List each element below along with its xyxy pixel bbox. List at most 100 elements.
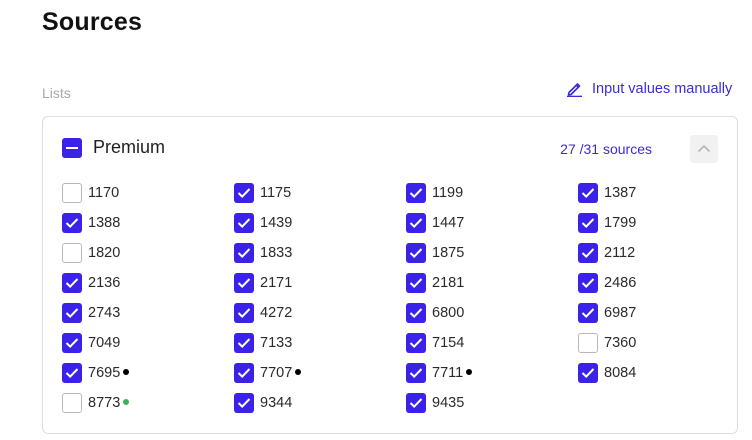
source-label: 9344 bbox=[260, 395, 293, 411]
source-item[interactable]: 1833 bbox=[234, 243, 292, 263]
source-item[interactable]: 1175 bbox=[234, 183, 291, 203]
source-checkbox[interactable] bbox=[62, 273, 82, 293]
source-item[interactable]: 7360 bbox=[578, 333, 636, 353]
source-checkbox[interactable] bbox=[578, 273, 598, 293]
checkmark-icon bbox=[237, 188, 251, 199]
source-item[interactable]: 7695 bbox=[62, 363, 130, 383]
source-item[interactable]: 1170 bbox=[62, 183, 119, 203]
source-label: 1799 bbox=[604, 215, 637, 231]
source-item[interactable]: 7154 bbox=[406, 333, 464, 353]
source-label: 1833 bbox=[260, 245, 293, 261]
checkmark-icon bbox=[409, 218, 423, 229]
source-label: 6800 bbox=[432, 305, 465, 321]
source-item[interactable]: 2112 bbox=[578, 243, 635, 263]
source-label: 7133 bbox=[260, 335, 293, 351]
source-label: 1170 bbox=[88, 185, 120, 201]
source-checkbox[interactable] bbox=[62, 363, 82, 383]
source-checkbox[interactable] bbox=[62, 213, 82, 233]
source-label: 1439 bbox=[260, 215, 293, 231]
source-item[interactable]: 2181 bbox=[406, 273, 464, 293]
source-checkbox[interactable] bbox=[62, 243, 82, 263]
status-dot-icon bbox=[295, 369, 302, 375]
source-checkbox[interactable] bbox=[62, 303, 82, 323]
status-dot-icon bbox=[466, 369, 473, 375]
source-checkbox[interactable] bbox=[406, 303, 426, 323]
source-label: 1820 bbox=[88, 245, 121, 261]
source-item[interactable]: 7049 bbox=[62, 333, 120, 353]
source-item[interactable]: 6800 bbox=[406, 303, 464, 323]
source-item[interactable]: 2743 bbox=[62, 303, 120, 323]
source-checkbox[interactable] bbox=[578, 243, 598, 263]
source-checkbox[interactable] bbox=[406, 363, 426, 383]
checkmark-icon bbox=[409, 278, 423, 289]
source-checkbox[interactable] bbox=[234, 393, 254, 413]
source-item[interactable]: 1387 bbox=[578, 183, 636, 203]
source-item[interactable]: 1388 bbox=[62, 213, 120, 233]
source-label: 7154 bbox=[432, 335, 465, 351]
checkmark-icon bbox=[409, 368, 423, 379]
checkmark-icon bbox=[65, 338, 79, 349]
panel-title: Premium bbox=[93, 137, 166, 157]
source-item[interactable]: 6987 bbox=[578, 303, 636, 323]
source-checkbox[interactable] bbox=[234, 273, 254, 293]
source-label: 6987 bbox=[604, 305, 637, 321]
source-checkbox[interactable] bbox=[578, 213, 598, 233]
source-checkbox[interactable] bbox=[406, 393, 426, 413]
source-label: 1875 bbox=[432, 245, 465, 261]
select-all-checkbox[interactable] bbox=[62, 138, 82, 158]
source-checkbox[interactable] bbox=[406, 213, 426, 233]
source-checkbox[interactable] bbox=[234, 183, 254, 203]
checkmark-icon bbox=[237, 248, 251, 259]
source-item[interactable]: 1447 bbox=[406, 213, 464, 233]
source-item[interactable]: 8773 bbox=[62, 393, 130, 413]
input-values-manually-link[interactable]: Input values manually bbox=[566, 80, 732, 97]
source-label: 9435 bbox=[432, 395, 465, 411]
source-checkbox[interactable] bbox=[62, 393, 82, 413]
checkmark-icon bbox=[581, 188, 595, 199]
source-checkbox[interactable] bbox=[578, 183, 598, 203]
source-checkbox[interactable] bbox=[406, 243, 426, 263]
source-item[interactable]: 1820 bbox=[62, 243, 120, 263]
lists-label: Lists bbox=[42, 85, 71, 101]
source-item[interactable]: 7133 bbox=[234, 333, 292, 353]
source-item[interactable]: 1875 bbox=[406, 243, 464, 263]
source-checkbox[interactable] bbox=[406, 333, 426, 353]
source-item[interactable]: 9435 bbox=[406, 393, 464, 413]
source-checkbox[interactable] bbox=[62, 183, 82, 203]
source-item[interactable]: 7707 bbox=[234, 363, 302, 383]
status-dot-icon bbox=[123, 399, 130, 405]
checkmark-icon bbox=[409, 308, 423, 319]
source-item[interactable]: 2171 bbox=[234, 273, 292, 293]
source-item[interactable]: 2486 bbox=[578, 273, 636, 293]
source-checkbox[interactable] bbox=[234, 303, 254, 323]
source-checkbox[interactable] bbox=[234, 363, 254, 383]
input-values-manually-label: Input values manually bbox=[592, 80, 733, 97]
source-item[interactable]: 8084 bbox=[578, 363, 636, 383]
source-checkbox[interactable] bbox=[234, 333, 254, 353]
source-checkbox[interactable] bbox=[406, 183, 426, 203]
checkmark-icon bbox=[237, 308, 251, 319]
checkmark-icon bbox=[581, 218, 595, 229]
source-item[interactable]: 9344 bbox=[234, 393, 292, 413]
source-item[interactable]: 7711 bbox=[406, 363, 473, 383]
source-checkbox[interactable] bbox=[578, 333, 598, 353]
checkmark-icon bbox=[581, 308, 595, 319]
source-label: 7711 bbox=[432, 365, 464, 381]
source-checkbox[interactable] bbox=[62, 333, 82, 353]
source-checkbox[interactable] bbox=[406, 273, 426, 293]
source-checkbox[interactable] bbox=[234, 243, 254, 263]
pencil-icon bbox=[566, 80, 583, 97]
source-checkbox[interactable] bbox=[234, 213, 254, 233]
page-title: Sources bbox=[42, 8, 143, 36]
source-item[interactable]: 2136 bbox=[62, 273, 120, 293]
collapse-button[interactable] bbox=[690, 135, 718, 163]
source-checkbox[interactable] bbox=[578, 363, 598, 383]
source-item[interactable]: 1799 bbox=[578, 213, 636, 233]
source-item[interactable]: 4272 bbox=[234, 303, 292, 323]
source-item[interactable]: 1199 bbox=[406, 183, 463, 203]
checkmark-icon bbox=[65, 368, 79, 379]
source-item[interactable]: 1439 bbox=[234, 213, 292, 233]
checkmark-icon bbox=[65, 218, 79, 229]
source-checkbox[interactable] bbox=[578, 303, 598, 323]
source-label: 1175 bbox=[260, 185, 292, 201]
